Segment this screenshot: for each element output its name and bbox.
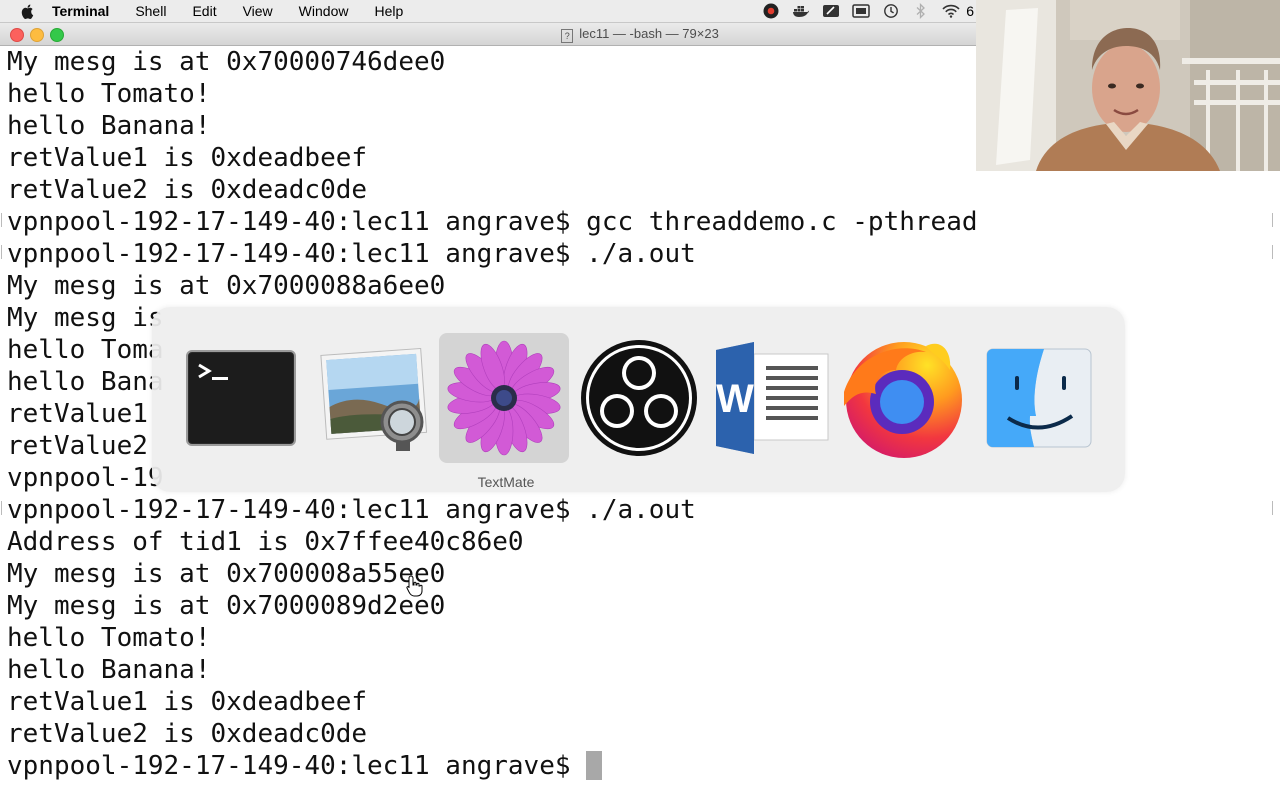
preview-app-icon xyxy=(320,347,428,451)
textmate-app-icon xyxy=(447,340,561,456)
menu-window[interactable]: Window xyxy=(286,3,362,19)
terminal-line: hello Tomato! xyxy=(7,623,211,653)
app-switcher: W TextMate xyxy=(152,307,1125,492)
battery-percent: 6 xyxy=(966,3,974,19)
terminal-line: hello Tomato! xyxy=(7,79,211,109)
terminal-line: vpnpool-192-17-149-40:lec11 angrave$ ./a… xyxy=(7,495,696,525)
firefox-app-icon xyxy=(844,342,962,458)
terminal-line: retValue1 is 0xdeadbeef xyxy=(7,143,368,173)
window-title-text: lec11 — -bash — 79×23 xyxy=(579,26,719,41)
mark-bracket xyxy=(1272,245,1276,259)
pointer-hand-icon xyxy=(406,575,423,597)
menu-help[interactable]: Help xyxy=(361,3,416,19)
mark-bracket xyxy=(1272,501,1276,515)
status-menus: 6 xyxy=(756,0,976,22)
webcam-feed xyxy=(976,0,1280,171)
terminal-line: hello Banana! xyxy=(7,655,211,685)
selected-app-label: TextMate xyxy=(477,474,535,490)
finder-app-icon xyxy=(986,348,1092,448)
mark-bracket xyxy=(1,213,5,227)
bluetooth-icon[interactable] xyxy=(912,2,930,20)
app-word[interactable]: W xyxy=(707,333,837,463)
app-terminal[interactable] xyxy=(176,333,306,463)
terminal-line: Address of tid1 is 0x7ffee40c86e0 xyxy=(7,527,524,557)
word-app-icon: W xyxy=(716,342,829,454)
app-firefox[interactable] xyxy=(839,333,969,463)
terminal-line: vpnpool-192-17-149-40:lec11 angrave$ ./a… xyxy=(7,239,696,269)
menu-view[interactable]: View xyxy=(230,3,286,19)
mark-bracket xyxy=(1,245,5,259)
screen-icon[interactable] xyxy=(852,2,870,20)
wifi-icon[interactable] xyxy=(942,2,960,20)
terminal-line: My mesg is at 0x7000089d2ee0 xyxy=(7,591,446,621)
terminal-prompt: vpnpool-192-17-149-40:lec11 angrave$ xyxy=(7,751,587,781)
terminal-line: retValue2 is 0xdeadc0de xyxy=(7,719,368,749)
terminal-line: vpnpool-192-17-149-40:lec11 angrave$ gcc… xyxy=(7,207,978,237)
terminal-cursor xyxy=(586,751,603,780)
terminal-prompt-line: vpnpool-192-17-149-40:lec11 angrave$ xyxy=(7,750,978,782)
app-finder[interactable] xyxy=(974,333,1104,463)
scripts-icon[interactable] xyxy=(822,2,840,20)
record-status-icon[interactable] xyxy=(762,2,780,20)
app-textmate[interactable] xyxy=(439,333,569,463)
menu-app-name[interactable]: Terminal xyxy=(52,3,122,19)
terminal-line: My mesg is at 0x70000746dee0 xyxy=(7,47,446,77)
apple-menu-icon[interactable] xyxy=(20,3,36,19)
mark-bracket xyxy=(1272,213,1276,227)
terminal-line: retValue2 is 0xdeadc0de xyxy=(7,175,368,205)
menu-shell[interactable]: Shell xyxy=(122,3,179,19)
docker-icon[interactable] xyxy=(792,2,810,20)
obs-app-icon xyxy=(581,340,697,456)
webcam-overlay xyxy=(976,0,1280,171)
time-machine-icon[interactable] xyxy=(882,2,900,20)
mark-bracket xyxy=(1,501,5,515)
terminal-line: retValue1 is 0xdeadbeef xyxy=(7,687,368,717)
document-icon: ? xyxy=(561,29,574,43)
terminal-line: My mesg is at 0x7000088a6ee0 xyxy=(7,271,446,301)
terminal-line: My mesg is at 0x700008a55ee0 xyxy=(7,559,446,589)
terminal-app-icon xyxy=(186,350,296,446)
svg-text:W: W xyxy=(716,377,754,421)
app-obs[interactable] xyxy=(574,333,704,463)
menu-edit[interactable]: Edit xyxy=(179,3,229,19)
terminal-line: hello Banana! xyxy=(7,111,211,141)
app-preview[interactable] xyxy=(308,333,438,463)
